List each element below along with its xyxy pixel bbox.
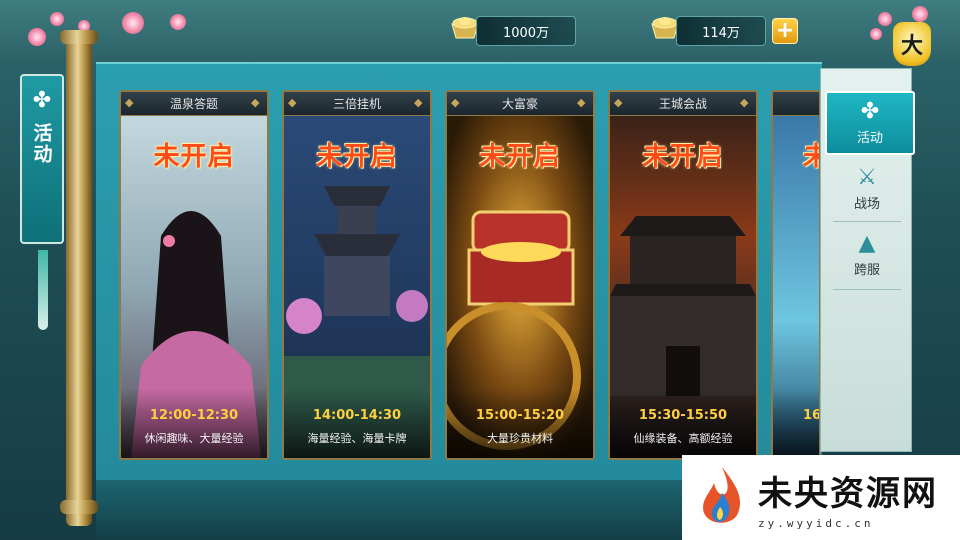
event-reward-desc: 仙缘装备、高额经验: [633, 432, 733, 445]
category-divider: [833, 289, 901, 290]
currency-gold-amount: 1000万: [502, 25, 550, 41]
scroll-rod-cap: [60, 30, 98, 44]
category-sidebar: ✤ 活动 ⚔ 战场 ▲ 跨服: [820, 68, 915, 452]
card-fade: [121, 388, 267, 458]
corner-ornament-icon: ◆: [414, 96, 423, 109]
corner-ornament-icon: ◆: [614, 96, 623, 109]
event-card-triple-idle[interactable]: ◆ 三倍挂机 ◆ 未开启 14:00-14:30 海量经验、海量卡牌: [282, 90, 432, 460]
event-status: 未开启: [479, 142, 561, 172]
event-card-royal-city-battle[interactable]: ◆ 王城会战 ◆ 未开启 15:30-15:50 仙缘装备、高额经验: [608, 90, 758, 460]
corner-ornament-icon: ◆: [125, 96, 134, 109]
event-card-header: [773, 92, 819, 116]
lantern-label: 大: [900, 33, 923, 59]
event-time: 15:30-15:50: [638, 408, 728, 423]
watermark-url: zy.wyyidc.cn: [758, 516, 874, 530]
cherry-blossom-decoration: [870, 28, 882, 40]
category-tab-activity[interactable]: ✤ 活动: [825, 91, 915, 155]
crossed-swords-icon: ⚔: [857, 164, 877, 190]
card-fade: [773, 388, 819, 458]
add-currency-button[interactable]: +: [772, 18, 798, 44]
activity-scroll-tab[interactable]: ✤ 活动: [20, 74, 64, 244]
cherry-blossom-decoration: [50, 12, 64, 26]
event-card-tycoon[interactable]: ◆ 大富豪 ◆ 未开启 15:00-15:20 大量珍贵材料: [445, 90, 595, 460]
scroll-rod-cap: [60, 500, 98, 514]
event-title: 三倍挂机: [332, 97, 381, 111]
event-card-header: ◆ 大富豪 ◆: [447, 92, 593, 116]
event-title: 王城会战: [658, 97, 707, 111]
cherry-blossom-decoration: [878, 12, 892, 26]
category-label: 活动: [856, 130, 883, 146]
card-fade: [447, 388, 593, 458]
corner-ornament-icon: ◆: [577, 96, 586, 109]
event-time: 16: [803, 408, 821, 423]
card-fade: [284, 388, 430, 458]
clover-icon: ✤: [860, 98, 880, 124]
site-watermark: 未央资源网 zy.wyyidc.cn: [682, 455, 960, 540]
event-time: 14:00-14:30: [312, 408, 402, 423]
event-time: 12:00-12:30: [149, 408, 239, 423]
cherry-blossom-decoration: [28, 28, 46, 46]
currency-ingot-display: 114万: [676, 16, 766, 46]
plus-icon: +: [775, 18, 795, 43]
currency-ingot-amount: 114万: [702, 25, 740, 41]
watermark-title: 未央资源网: [758, 473, 938, 514]
event-status: 未开启: [316, 142, 398, 172]
mountain-icon: ▲: [858, 230, 876, 256]
currency-gold-display: 1000万: [476, 16, 576, 46]
event-card-header: ◆ 温泉答题 ◆: [121, 92, 267, 116]
event-card-hot-spring-quiz[interactable]: ◆ 温泉答题 ◆ 未开启 12:00-12:30 休闲趣味、大量经验: [119, 90, 269, 460]
cherry-blossom-decoration: [170, 14, 186, 30]
event-status: 未: [773, 136, 819, 173]
event-title: 大富豪: [501, 97, 538, 111]
event-reward-desc: 海量经验、海量卡牌: [307, 432, 407, 445]
event-card-partial[interactable]: 未 16: [771, 90, 821, 460]
category-label: 跨服: [853, 262, 880, 278]
corner-ornament-icon: ◆: [451, 96, 460, 109]
scroll-rod: [66, 36, 92, 526]
clover-emblem-icon: ✤: [32, 88, 52, 113]
tassel-decoration: [38, 250, 48, 330]
event-reward-desc: 休闲趣味、大量经验: [144, 432, 244, 445]
cherry-blossom-decoration: [122, 12, 144, 34]
activity-tab-label: 活动: [30, 123, 53, 165]
corner-ornament-icon: ◆: [288, 96, 297, 109]
category-divider: [833, 221, 901, 222]
card-fade: [610, 388, 756, 458]
event-card-header: ◆ 三倍挂机 ◆: [284, 92, 430, 116]
cherry-blossom-decoration: [912, 6, 928, 22]
event-status: 未开启: [642, 142, 724, 172]
event-status: 未开启: [153, 142, 235, 172]
flame-logo-icon: [703, 466, 741, 523]
event-time: 15:00-15:20: [475, 408, 565, 423]
corner-ornament-icon: ◆: [251, 96, 260, 109]
event-title: 温泉答题: [169, 97, 218, 111]
category-label: 战场: [853, 196, 880, 212]
event-card-header: ◆ 王城会战 ◆: [610, 92, 756, 116]
corner-ornament-icon: ◆: [740, 96, 749, 109]
lantern-button[interactable]: 大: [893, 22, 931, 66]
category-tab-battlefield[interactable]: ⚔ 战场: [825, 157, 909, 221]
event-reward-desc: 大量珍贵材料: [487, 432, 553, 445]
category-tab-cross-server[interactable]: ▲ 跨服: [825, 223, 909, 287]
